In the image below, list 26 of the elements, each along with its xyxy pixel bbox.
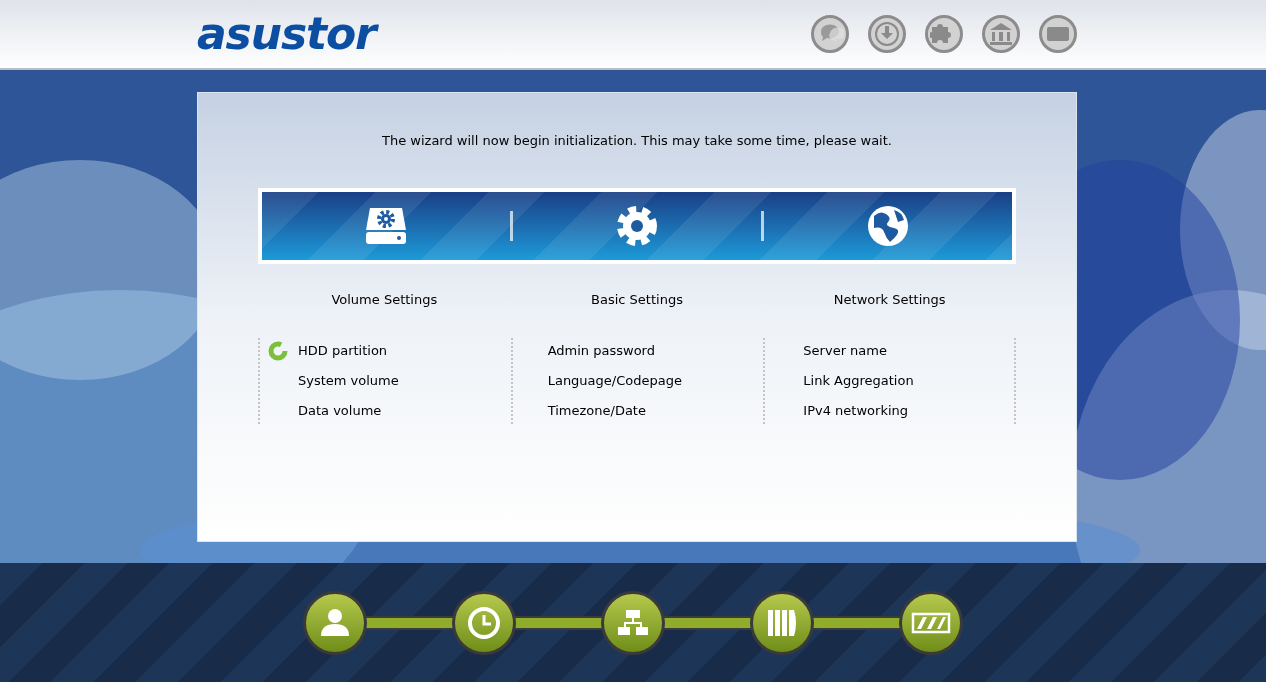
task-label: Admin password: [547, 341, 655, 360]
task-label: Data volume: [298, 401, 382, 420]
section-title: Network Settings: [833, 290, 946, 309]
section-title: Basic Settings: [591, 290, 683, 309]
task-label: Link Aggregation: [803, 371, 914, 390]
status-message: The wizard will now begin initialization. This may take some time, please wait.: [382, 132, 892, 150]
task-label: HDD partition: [298, 341, 388, 360]
striped-bar-icon: [911, 612, 951, 633]
puzzle-icon[interactable]: [925, 15, 963, 53]
chat-icon[interactable]: [811, 15, 849, 53]
gear-drive-icon: [366, 207, 406, 244]
card-icon[interactable]: [1039, 15, 1077, 53]
task-label: Server name: [803, 341, 887, 360]
bank-icon[interactable]: [982, 15, 1020, 53]
task-label: IPv4 networking: [803, 401, 908, 420]
section-title: Volume Settings: [331, 290, 438, 309]
download-icon[interactable]: [868, 15, 906, 53]
task-label: Timezone/Date: [547, 401, 646, 420]
gear-icon: [617, 205, 657, 246]
network-icon: [618, 609, 648, 635]
clock-icon: [468, 606, 500, 639]
user-icon: [321, 608, 349, 636]
task-label: Language/Codepage: [547, 371, 682, 390]
task-label: System volume: [298, 371, 399, 390]
globe-icon: [868, 205, 908, 246]
drive-bay-icon: [768, 609, 796, 636]
